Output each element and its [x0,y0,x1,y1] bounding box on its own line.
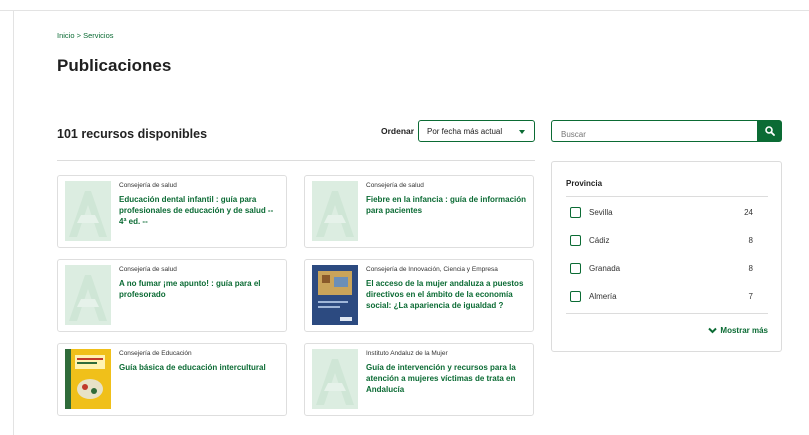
breadcrumb-separator: > [76,31,81,40]
filter-panel-provincia: Provincia Sevilla 24 Cádiz 8 Granada 8 A… [551,161,782,352]
card-department: Instituto Andaluz de la Mujer [366,350,448,357]
chevron-down-icon [708,327,718,334]
filter-option-label: Granada [589,264,621,273]
order-select-value: Por fecha más actual [427,127,503,136]
card-department: Consejería de Innovación, Ciencia y Empr… [366,266,498,273]
caret-down-icon [519,130,525,134]
publication-card[interactable]: Consejería de salud A no fumar ¡me apunt… [57,259,287,332]
filter-option-granada[interactable]: Granada 8 [570,263,753,277]
placeholder-logo-icon [312,349,358,409]
card-title-link[interactable]: Guía básica de educación intercultural [119,363,281,374]
filter-option-cadiz[interactable]: Cádiz 8 [570,235,753,249]
card-department: Consejería de salud [366,182,424,189]
breadcrumb-current-link[interactable]: Servicios [83,31,113,40]
search-icon [765,126,775,136]
filter-option-label: Almería [589,292,617,301]
page-frame-top [0,10,809,11]
checkbox[interactable] [570,207,581,218]
publication-card[interactable]: Consejería de salud Educación dental inf… [57,175,287,248]
publication-card[interactable]: Consejería de Educación Guía básica de e… [57,343,287,416]
page-frame-left [13,10,14,435]
book-cover-icon [312,265,358,325]
filter-title: Provincia [566,179,603,188]
results-divider [57,160,535,161]
card-title-link[interactable]: Fiebre en la infancia : guía de informac… [366,195,528,217]
card-department: Consejería de Educación [119,350,192,357]
filter-divider [566,313,768,314]
results-count: 101 recursos disponibles [57,127,208,141]
order-label: Ordenar [381,126,415,136]
publication-card[interactable]: Consejería de Innovación, Ciencia y Empr… [304,259,534,332]
show-more-button[interactable]: Mostrar más [708,326,768,335]
card-title-link[interactable]: Educación dental infantil : guía para pr… [119,195,281,227]
filter-option-count: 7 [748,292,753,301]
card-title-link[interactable]: El acceso de la mujer andaluza a puestos… [366,279,528,311]
search-input[interactable] [551,120,757,142]
placeholder-logo-icon [65,181,111,241]
checkbox[interactable] [570,263,581,274]
filter-option-count: 8 [748,236,753,245]
breadcrumb: Inicio > Servicios [57,31,114,40]
show-more-label: Mostrar más [720,326,768,335]
filter-option-label: Sevilla [589,208,613,217]
filter-option-almeria[interactable]: Almería 7 [570,291,753,305]
checkbox[interactable] [570,235,581,246]
placeholder-logo-icon [312,181,358,241]
publication-card[interactable]: Instituto Andaluz de la Mujer Guía de in… [304,343,534,416]
search-button[interactable] [757,120,782,142]
order-select[interactable]: Por fecha más actual [418,120,535,142]
card-department: Consejería de salud [119,182,177,189]
page-title: Publicaciones [57,56,172,75]
filter-option-label: Cádiz [589,236,610,245]
publication-card[interactable]: Consejería de salud Fiebre en la infanci… [304,175,534,248]
book-cover-icon [65,349,111,409]
filter-option-count: 8 [748,264,753,273]
breadcrumb-home-link[interactable]: Inicio [57,31,75,40]
placeholder-logo-icon [65,265,111,325]
card-department: Consejería de salud [119,266,177,273]
filter-divider [566,196,768,197]
filter-option-sevilla[interactable]: Sevilla 24 [570,207,753,221]
filter-option-count: 24 [744,208,753,217]
checkbox[interactable] [570,291,581,302]
card-title-link[interactable]: A no fumar ¡me apunto! : guía para el pr… [119,279,281,301]
card-title-link[interactable]: Guía de intervención y recursos para la … [366,363,528,395]
